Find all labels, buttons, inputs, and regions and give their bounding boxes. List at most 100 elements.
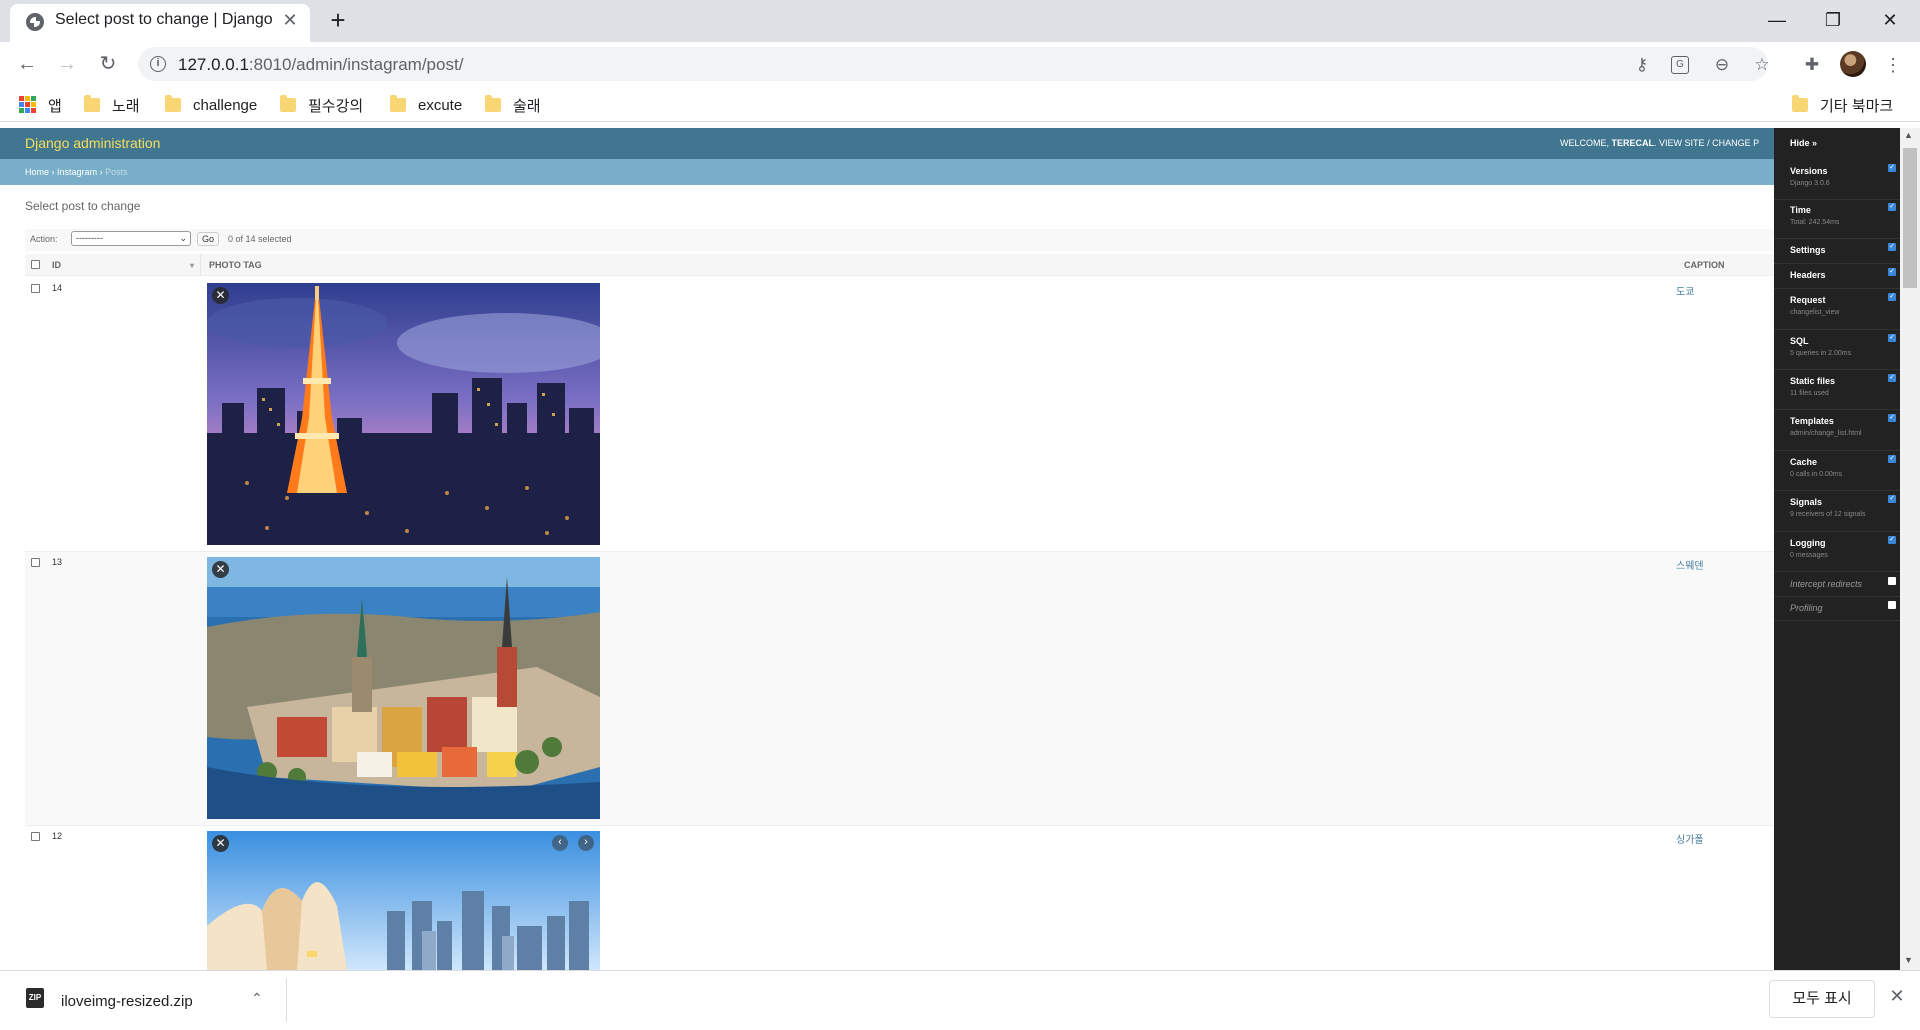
debug-panel-item[interactable]: Request changelist_view ✓	[1774, 289, 1900, 330]
debug-panel-checkbox[interactable]: ✓	[1888, 243, 1896, 251]
debug-panel-item[interactable]: Headers ✓	[1774, 264, 1900, 289]
chevron-right-icon[interactable]: ›	[578, 835, 594, 851]
bookmark-apps[interactable]: 앱	[48, 94, 62, 116]
row-checkbox[interactable]	[31, 284, 40, 293]
row-caption[interactable]: 스웨덴	[1676, 557, 1704, 572]
debug-panel-checkbox[interactable]: ✓	[1888, 203, 1896, 211]
debug-panel-item[interactable]: Profiling	[1774, 597, 1900, 621]
debug-panel-checkbox[interactable]	[1888, 601, 1896, 609]
chevron-up-icon[interactable]: ⌃	[251, 990, 263, 1007]
reload-button[interactable]: ↻	[96, 52, 120, 76]
row-id[interactable]: 13	[52, 557, 62, 567]
debug-panel-checkbox[interactable]: ✓	[1888, 268, 1896, 276]
view-site-link[interactable]: VIEW SITE	[1659, 138, 1705, 148]
window-close-button[interactable]: ✕	[1870, 6, 1910, 34]
apps-icon[interactable]	[19, 96, 36, 113]
new-tab-button[interactable]: +	[325, 7, 351, 34]
change-password-link[interactable]: CHANGE P	[1712, 138, 1759, 148]
scroll-down-icon[interactable]: ▼	[1904, 955, 1913, 965]
bookmark-folder[interactable]: excute	[390, 94, 462, 116]
debug-panel-item[interactable]: SQL 5 queries in 2.00ms ✓	[1774, 330, 1900, 370]
restore-button[interactable]: ❐	[1813, 6, 1853, 34]
scroll-thumb[interactable]	[1903, 148, 1917, 288]
photo-tokyo[interactable]	[207, 283, 600, 545]
minimize-button[interactable]: —	[1757, 6, 1797, 34]
debug-panel-checkbox[interactable]	[1888, 577, 1896, 585]
close-icon[interactable]: ✕	[212, 561, 229, 578]
row-id[interactable]: 12	[52, 831, 62, 841]
table-header	[25, 254, 1775, 276]
debug-panel-item[interactable]: Signals 9 receivers of 12 signals ✓	[1774, 491, 1900, 532]
menu-icon[interactable]: ⋮	[1882, 54, 1904, 76]
debug-panel-item[interactable]: Static files 11 files used ✓	[1774, 370, 1900, 410]
download-shelf	[0, 970, 1920, 1030]
bookmark-label: challenge	[193, 96, 258, 114]
debug-panel-item[interactable]: Settings ✓	[1774, 239, 1900, 264]
debug-panel-item[interactable]: Cache 0 calls in 0.00ms ✓	[1774, 451, 1900, 491]
close-icon[interactable]: ✕	[212, 835, 229, 852]
debug-panel-checkbox[interactable]: ✓	[1888, 164, 1896, 172]
bookmark-other[interactable]: 기타 북마크	[1792, 94, 1893, 116]
debug-panel-checkbox[interactable]: ✓	[1888, 374, 1896, 382]
show-all-button[interactable]: 모두 표시	[1769, 980, 1875, 1018]
shelf-close-icon[interactable]: ✕	[1886, 986, 1908, 1007]
extensions-icon[interactable]: ✚	[1801, 54, 1823, 76]
breadcrumb-app[interactable]: Instagram	[57, 167, 97, 177]
bookmark-folder[interactable]: challenge	[165, 94, 257, 116]
zip-file-icon: ZIP	[26, 988, 44, 1008]
debug-panel-checkbox[interactable]: ✓	[1888, 495, 1896, 503]
column-id[interactable]: ID	[52, 260, 61, 270]
go-button[interactable]: Go	[197, 232, 219, 246]
tab-close-icon[interactable]: ✕	[280, 10, 300, 30]
debug-panel-item[interactable]: Versions Django 3.0.6 ✓	[1774, 160, 1900, 200]
debug-panel-item[interactable]: Intercept redirects	[1774, 573, 1900, 597]
debug-panel-checkbox[interactable]: ✓	[1888, 536, 1896, 544]
selection-count: 0 of 14 selected	[228, 234, 292, 244]
scroll-up-icon[interactable]: ▲	[1904, 130, 1913, 140]
download-file-name[interactable]: iloveimg-resized.zip	[61, 993, 193, 1010]
debug-panel-title: Versions	[1790, 166, 1828, 176]
forward-button[interactable]: →	[55, 52, 79, 76]
breadcrumb-home[interactable]: Home	[25, 167, 49, 177]
translate-icon[interactable]: G	[1671, 56, 1689, 74]
sort-icon[interactable]: ▾	[190, 261, 194, 270]
avatar[interactable]	[1840, 51, 1866, 77]
row-checkbox[interactable]	[31, 832, 40, 841]
bookmark-folder[interactable]: 술래	[485, 94, 541, 116]
debug-panel-subtitle: admin/change_list.html	[1790, 430, 1862, 437]
key-icon[interactable]: ⚷	[1631, 54, 1653, 76]
star-icon[interactable]: ☆	[1751, 54, 1773, 76]
row-caption[interactable]: 싱가폴	[1676, 831, 1704, 846]
debug-panel-checkbox[interactable]: ✓	[1888, 455, 1896, 463]
debug-panel-title: Signals	[1790, 497, 1823, 507]
row-checkbox[interactable]	[31, 558, 40, 567]
row-id[interactable]: 14	[52, 283, 62, 293]
select-all-checkbox[interactable]	[31, 260, 40, 269]
debug-panel-item[interactable]: Logging 0 messages ✓	[1774, 532, 1900, 572]
debug-panel-item[interactable]: Templates admin/change_list.html ✓	[1774, 410, 1900, 451]
close-icon[interactable]: ✕	[212, 287, 229, 304]
breadcrumb-current: Posts	[105, 167, 128, 177]
photo-stockholm[interactable]	[207, 557, 600, 819]
action-label: Action:	[30, 234, 58, 244]
action-select[interactable]: --------- ⌄	[71, 231, 191, 246]
folder-icon	[1792, 95, 1808, 112]
bookmark-folder[interactable]: 노래	[84, 94, 140, 116]
info-icon[interactable]: i	[150, 56, 166, 72]
photo-singapore[interactable]	[207, 831, 600, 970]
site-brand[interactable]: Django administration	[25, 135, 160, 151]
debug-panel-checkbox[interactable]: ✓	[1888, 334, 1896, 342]
debug-panel-checkbox[interactable]: ✓	[1888, 293, 1896, 301]
debug-panel-title: Headers	[1790, 270, 1826, 280]
zoom-icon[interactable]: ⊖	[1711, 54, 1733, 76]
debug-panel-item[interactable]: Time Total: 242.54ms ✓	[1774, 199, 1900, 239]
bookmark-folder[interactable]: 필수강의	[280, 94, 363, 116]
row-caption[interactable]: 도쿄	[1676, 283, 1694, 298]
debug-panel-checkbox[interactable]: ✓	[1888, 414, 1896, 422]
column-caption[interactable]: CAPTION	[1684, 260, 1725, 270]
column-photo-tag[interactable]: PHOTO TAG	[209, 260, 262, 270]
debug-hide-button[interactable]: Hide »	[1790, 138, 1817, 148]
chevron-left-icon[interactable]: ‹	[552, 835, 568, 851]
url-text[interactable]: 127.0.0.1:8010/admin/instagram/post/	[178, 55, 463, 75]
back-button[interactable]: ←	[15, 52, 39, 76]
